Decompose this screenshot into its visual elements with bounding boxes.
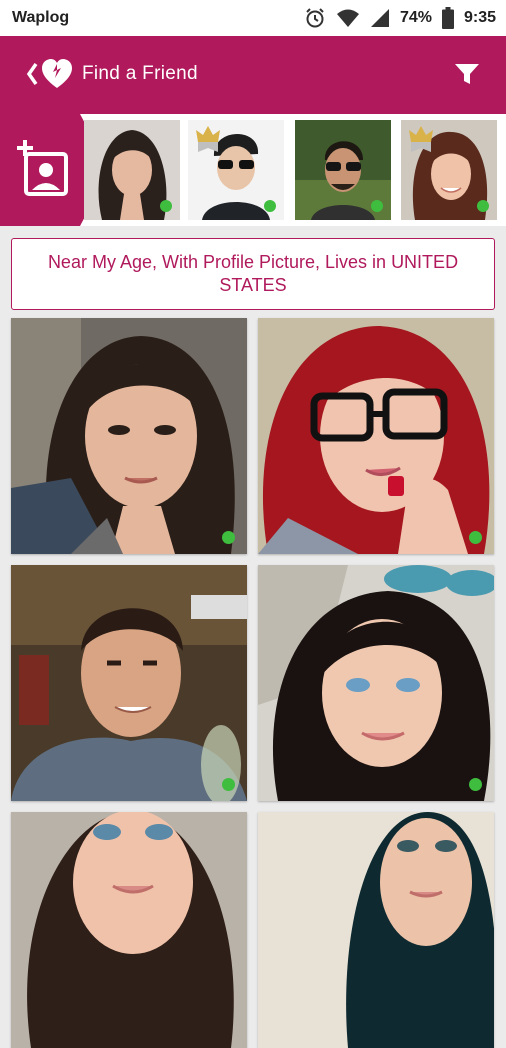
status-app-name: Waplog — [12, 9, 70, 26]
battery-percent: 74% — [399, 9, 432, 26]
battery-icon — [441, 7, 454, 29]
premium-crown-icon — [196, 126, 220, 152]
status-bar: Waplog 74% 9:35 — [0, 0, 506, 36]
online-indicator — [222, 531, 235, 544]
signal-icon — [370, 9, 389, 27]
featured-user-2[interactable] — [188, 120, 284, 220]
user-card-5[interactable] — [11, 812, 247, 1048]
page-title: Find a Friend — [82, 63, 198, 84]
search-filter-summary[interactable]: Near My Age, With Profile Picture, Lives… — [11, 238, 495, 310]
filter-funnel-icon[interactable] — [454, 62, 480, 86]
online-indicator — [477, 200, 489, 212]
wifi-icon — [336, 9, 359, 27]
online-indicator — [371, 200, 383, 212]
online-indicator — [222, 778, 235, 791]
alarm-icon — [306, 8, 324, 28]
profile-photo — [258, 565, 494, 801]
online-indicator — [469, 778, 482, 791]
back-chevron-icon[interactable] — [24, 60, 40, 88]
online-indicator — [264, 200, 276, 212]
featured-user-3[interactable] — [295, 120, 391, 220]
status-icons: 74% 9:35 — [304, 6, 496, 30]
profile-photo — [11, 318, 247, 554]
profile-photo — [11, 565, 247, 801]
online-indicator — [469, 531, 482, 544]
user-card-1[interactable] — [11, 318, 247, 554]
online-indicator — [160, 200, 172, 212]
featured-user-1[interactable] — [84, 120, 180, 220]
filter-summary-text: Near My Age, With Profile Picture, Lives… — [47, 252, 459, 295]
profile-photo — [258, 318, 494, 554]
profile-photo — [258, 812, 494, 1048]
featured-user-4[interactable] — [401, 120, 497, 220]
user-card-3[interactable] — [11, 565, 247, 801]
profile-photo — [11, 812, 247, 1048]
waplog-heart-logo-icon[interactable] — [42, 58, 72, 90]
user-card-2[interactable] — [258, 318, 494, 554]
app-bar: Find a Friend — [0, 36, 506, 114]
user-card-6[interactable] — [258, 812, 494, 1048]
premium-crown-icon — [409, 126, 433, 152]
status-time: 9:35 — [463, 9, 496, 26]
featured-users-strip — [0, 114, 506, 226]
user-card-4[interactable] — [258, 565, 494, 801]
